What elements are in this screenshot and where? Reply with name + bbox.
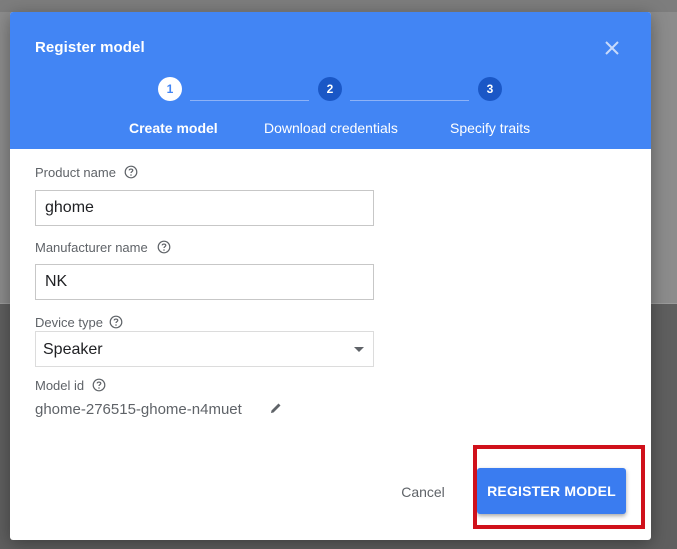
- model-id-value: ghome-276515-ghome-n4muet: [35, 401, 242, 418]
- pencil-icon[interactable]: [269, 401, 283, 415]
- dropdown-arrow-icon: [354, 347, 364, 352]
- step-1-indicator: 1: [158, 77, 182, 101]
- dialog-title: Register model: [35, 39, 145, 56]
- help-circle-icon[interactable]: [157, 240, 171, 254]
- help-circle-icon[interactable]: [124, 165, 138, 179]
- step-connector-1: [190, 100, 309, 101]
- page-backdrop-top: [0, 0, 677, 12]
- device-type-label: Device type: [35, 315, 103, 330]
- step-connector-2: [350, 100, 469, 101]
- help-circle-icon[interactable]: [92, 378, 106, 392]
- step-3-label: Specify traits: [450, 120, 531, 136]
- step-3-indicator: 3: [478, 77, 502, 101]
- cancel-button[interactable]: Cancel: [388, 478, 458, 506]
- manufacturer-name-label: Manufacturer name: [35, 240, 148, 255]
- model-id-label: Model id: [35, 378, 85, 393]
- device-type-value: Speaker: [43, 341, 103, 358]
- manufacturer-name-input[interactable]: [35, 264, 374, 300]
- close-icon[interactable]: [604, 40, 620, 56]
- step-2-indicator: 2: [318, 77, 342, 101]
- register-model-dialog: Register model 1 2 3 Create model Downlo…: [10, 12, 651, 540]
- help-circle-icon[interactable]: [109, 315, 123, 329]
- product-name-label: Product name: [35, 165, 116, 180]
- dialog-header: Register model 1 2 3 Create model Downlo…: [10, 12, 651, 149]
- step-1-label: Create model: [129, 120, 218, 136]
- device-type-select[interactable]: Speaker: [35, 331, 374, 367]
- register-model-button[interactable]: REGISTER MODEL: [477, 468, 626, 514]
- step-2-label: Download credentials: [264, 120, 398, 136]
- product-name-input[interactable]: [35, 190, 374, 226]
